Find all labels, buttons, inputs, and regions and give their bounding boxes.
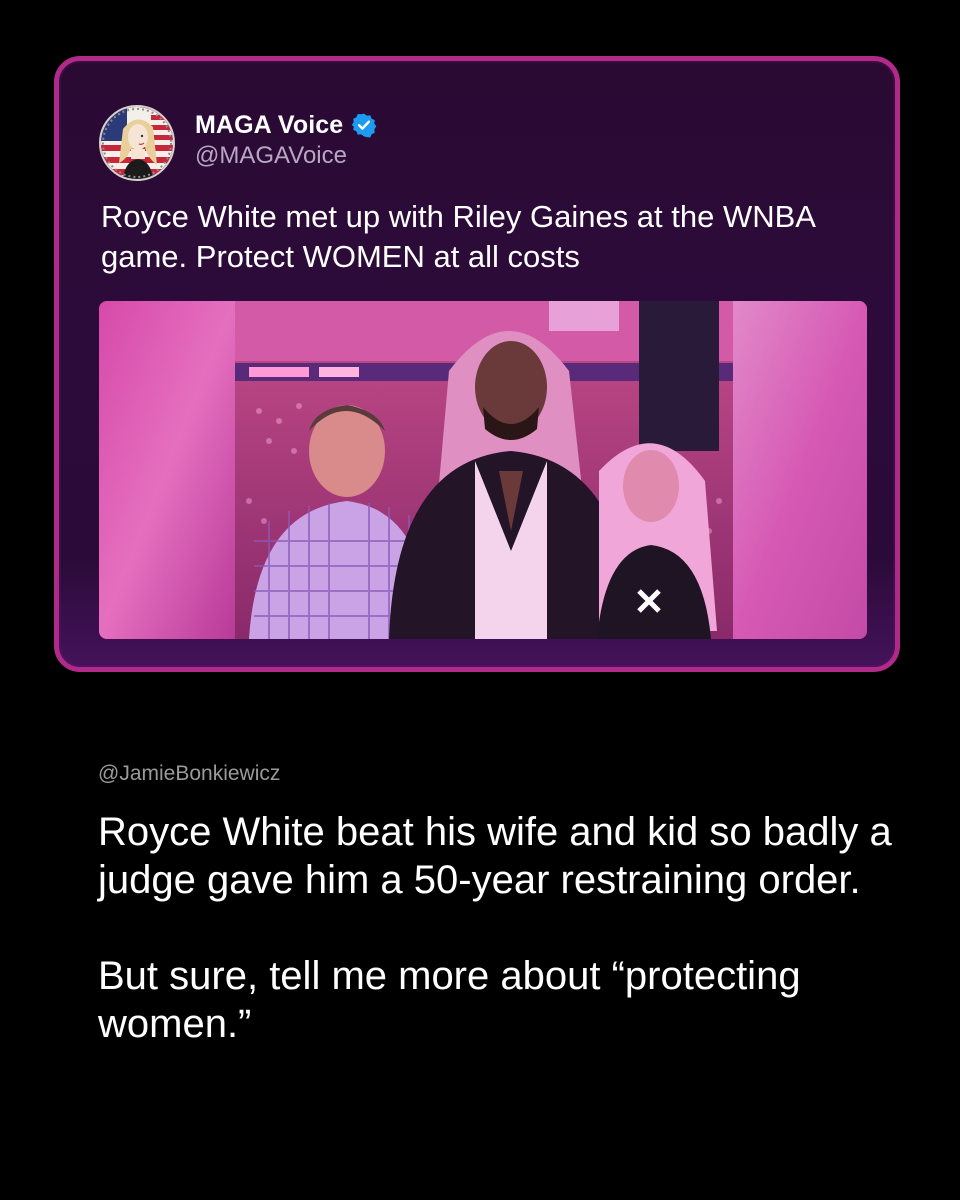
cartoon-avatar-flag-icon: [101, 107, 173, 179]
tweet-text: Royce White met up with Riley Gaines at …: [101, 199, 815, 274]
embedded-tweet-card[interactable]: MAGA Voice @MAGAVoice Royce White met up…: [54, 56, 900, 672]
name-row: MAGA Voice: [195, 111, 377, 140]
response-paragraph-2: But sure, tell me more about “protecting…: [98, 954, 801, 1046]
response-text: Royce White beat his wife and kid so bad…: [98, 808, 898, 1096]
tweet-handle[interactable]: @MAGAVoice: [195, 142, 377, 170]
response-paragraph-1: Royce White beat his wife and kid so bad…: [98, 810, 892, 902]
name-block: MAGA Voice @MAGAVoice: [195, 111, 377, 170]
avatar[interactable]: [99, 105, 175, 181]
response-handle: @JamieBonkiewicz: [98, 762, 281, 785]
display-name[interactable]: MAGA Voice: [195, 111, 343, 140]
tweet-media-photo[interactable]: [99, 301, 867, 639]
verified-badge-icon: [351, 112, 377, 138]
tweet-header: MAGA Voice @MAGAVoice: [99, 103, 377, 183]
arena-photo-image: [99, 301, 867, 639]
